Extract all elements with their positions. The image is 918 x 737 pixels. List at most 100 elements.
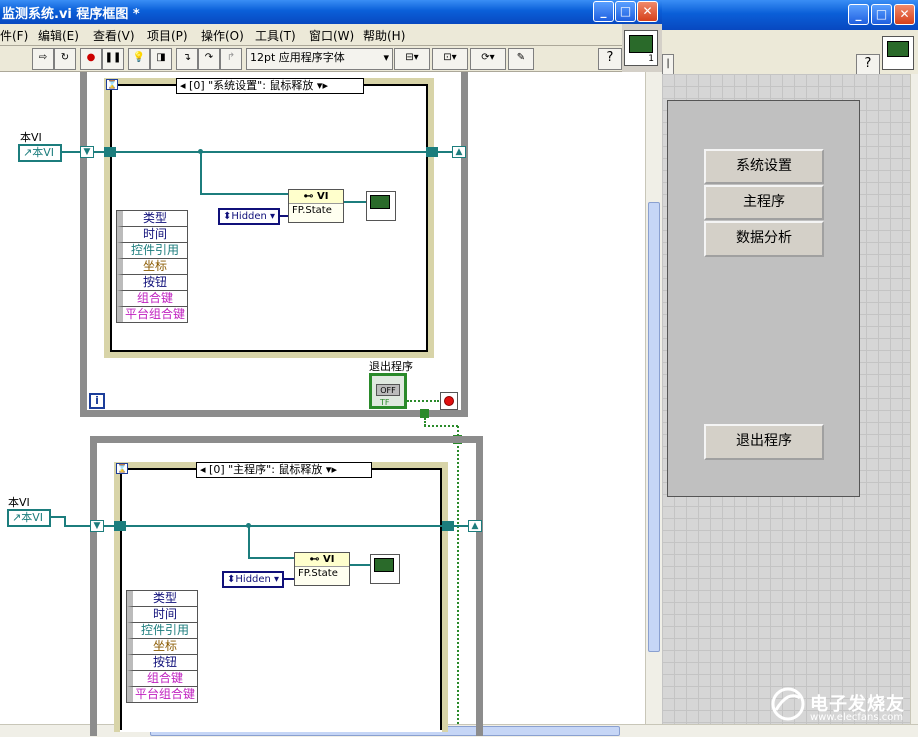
retain-wire-values-icon[interactable]: ◨: [150, 48, 172, 70]
tunnel-left-2: [114, 521, 126, 531]
diagram-vertical-scrollbar[interactable]: [645, 72, 662, 724]
vi-ref-terminal-1-label: 本VI: [32, 146, 54, 159]
vi-icon-badge: 1: [648, 54, 654, 64]
stop-condition-terminal: [440, 392, 458, 410]
vi-ref-terminal-2-label: 本VI: [21, 511, 43, 524]
maximize-button[interactable]: □: [871, 4, 892, 25]
chevron-down-icon: ▾: [270, 574, 280, 585]
case-selector-1-label: [0] "系统设置": 鼠标释放: [189, 79, 314, 92]
wire-branch-2-v[interactable]: [248, 526, 250, 558]
abort-icon[interactable]: ●: [80, 48, 102, 70]
shift-register-right-1[interactable]: ▲: [452, 146, 466, 158]
wire-branch-2-h[interactable]: [248, 557, 294, 559]
vi-icon[interactable]: 1: [624, 30, 658, 66]
wire-ref-2c[interactable]: [64, 525, 90, 527]
property-node-2[interactable]: ⊷ VI FP.State: [294, 552, 350, 586]
system-setup-button[interactable]: 系统设置: [704, 149, 824, 184]
distribute-objects-icon[interactable]: ⊡▾: [432, 48, 468, 70]
font-selector[interactable]: 12pt 应用程序字体 ▾: [246, 48, 393, 70]
menu-operate[interactable]: 操作(O): [201, 27, 244, 44]
vi-ref-terminal-2[interactable]: ↗本VI: [7, 509, 51, 527]
step-over-icon[interactable]: ↷: [198, 48, 220, 70]
tunnel-right-2: [442, 521, 454, 531]
minimize-button[interactable]: _: [848, 4, 869, 25]
watermark-logo: [768, 686, 808, 722]
wire-prop-to-vi-2[interactable]: [350, 564, 370, 566]
property-node-1-header: ⊷ VI: [289, 190, 343, 203]
vi-icon[interactable]: [882, 36, 914, 70]
exit-program-button[interactable]: 退出程序: [704, 424, 824, 460]
main-program-button[interactable]: 主程序: [704, 185, 824, 220]
menu-file[interactable]: 件(F): [0, 27, 28, 44]
run-continuous-icon[interactable]: ↻: [54, 48, 76, 70]
event-item-coords: 坐标: [127, 639, 197, 655]
case-prev-icon[interactable]: ◂: [180, 79, 189, 92]
reference-arrow-icon: ↗: [12, 511, 22, 524]
cleanup-diagram-icon[interactable]: ✎: [508, 48, 534, 70]
case-selector-1[interactable]: ◂ [0] "系统设置": 鼠标释放 ▾▸: [176, 78, 364, 94]
event-data-node-1[interactable]: 类型 时间 控件引用 坐标 按钮 组合键 平台组合键: [116, 210, 188, 323]
stop-control-switch: OFF: [376, 384, 400, 396]
help-button[interactable]: ?: [598, 48, 622, 70]
wire-branch-1-h[interactable]: [200, 193, 288, 195]
close-button[interactable]: ✕: [894, 4, 915, 25]
stop-control-tf: TF: [380, 398, 390, 407]
menu-view[interactable]: 查看(V): [93, 27, 135, 44]
close-button[interactable]: ✕: [637, 1, 658, 22]
step-out-icon[interactable]: ↱: [220, 48, 242, 70]
subvi-icon-1[interactable]: [366, 191, 396, 221]
minimize-button[interactable]: _: [593, 1, 614, 22]
wire-enum-2[interactable]: [284, 578, 294, 580]
watermark-url: www.elecfans.com: [810, 712, 904, 723]
wire-ref-1[interactable]: [62, 151, 80, 153]
shift-register-left-1[interactable]: ▼: [80, 146, 94, 158]
panel-horizontal-scrollbar[interactable]: [662, 724, 918, 737]
wire-stop[interactable]: [407, 400, 439, 402]
stop-sign-icon: [444, 396, 454, 406]
wire-main-1[interactable]: [94, 151, 452, 153]
property-node-1[interactable]: ⊷ VI FP.State: [288, 189, 344, 223]
menu-edit[interactable]: 编辑(E): [38, 27, 79, 44]
maximize-button[interactable]: □: [615, 1, 636, 22]
case-next-icon[interactable]: ▾▸: [313, 79, 328, 92]
enum-constant-2[interactable]: ⬍Hidden ▾: [222, 571, 284, 588]
shift-register-left-2[interactable]: ▼: [90, 520, 104, 532]
run-arrow-icon[interactable]: ⇨: [32, 48, 54, 70]
diagram-titlebar[interactable]: 监测系统.vi 程序框图 * _ □ ✕: [0, 0, 662, 24]
panel-vertical-scrollbar[interactable]: [910, 74, 918, 724]
wire-enum-1[interactable]: [280, 215, 288, 217]
case-selector-2[interactable]: ◂ [0] "主程序": 鼠标释放 ▾▸: [196, 462, 372, 478]
data-analysis-button[interactable]: 数据分析: [704, 221, 824, 257]
diagram-vertical-scroll-thumb[interactable]: [648, 202, 660, 652]
wire-main-2[interactable]: [104, 525, 468, 527]
pause-icon[interactable]: ❚❚: [102, 48, 124, 70]
event-item-modifiers: 组合键: [127, 671, 197, 687]
menu-tools[interactable]: 工具(T): [255, 27, 296, 44]
vi-ref-terminal-1[interactable]: ↗本VI: [18, 144, 62, 162]
panel-scroll-left-icon[interactable]: |: [662, 54, 674, 76]
wire-branch-1-v[interactable]: [200, 152, 202, 194]
event-item-button: 按钮: [117, 275, 187, 291]
wire-stop-across[interactable]: [424, 425, 458, 427]
help-button[interactable]: ?: [856, 54, 880, 76]
chevron-down-icon: ▾: [383, 51, 389, 64]
wire-prop-to-vi-1[interactable]: [344, 201, 366, 203]
enum-constant-1[interactable]: ⬍Hidden ▾: [218, 208, 280, 225]
menu-help[interactable]: 帮助(H): [363, 27, 405, 44]
event-data-node-2[interactable]: 类型 时间 控件引用 坐标 按钮 组合键 平台组合键: [126, 590, 198, 703]
panel-titlebar[interactable]: _ □ ✕: [662, 0, 918, 30]
subvi-icon-2[interactable]: [370, 554, 400, 584]
case-next-icon[interactable]: ▾▸: [322, 463, 337, 476]
case-prev-icon[interactable]: ◂: [200, 463, 209, 476]
stop-control-terminal[interactable]: OFF TF: [369, 373, 407, 409]
shift-register-right-2[interactable]: ▲: [468, 520, 482, 532]
align-objects-icon[interactable]: ⊟▾: [394, 48, 430, 70]
reorder-icon[interactable]: ⟳▾: [470, 48, 506, 70]
wire-ref-2a[interactable]: [51, 516, 65, 518]
menu-window[interactable]: 窗口(W): [309, 27, 354, 44]
highlight-execution-icon[interactable]: 💡: [128, 48, 150, 70]
subvi-icon-1-graphic: [370, 195, 390, 209]
step-into-icon[interactable]: ↴: [176, 48, 198, 70]
panel-toolbar: | ?: [662, 30, 918, 76]
menu-project[interactable]: 项目(P): [147, 27, 188, 44]
